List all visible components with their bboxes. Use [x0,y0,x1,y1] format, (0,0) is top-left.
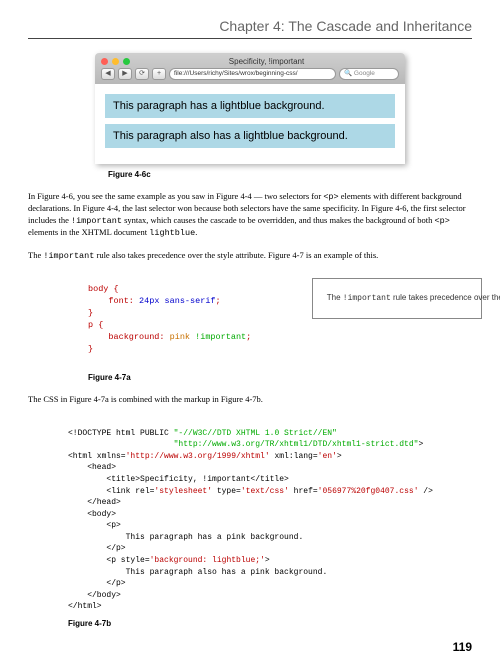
paragraph-1: This paragraph has a lightblue backgroun… [105,94,395,118]
page-number: 119 [28,640,472,654]
figure-label-4-7a: Figure 4-7a [88,373,472,382]
zoom-icon[interactable] [123,58,130,65]
back-button[interactable]: ◀ [101,68,115,80]
body-paragraph-2: The !important rule also takes precedenc… [28,250,472,262]
body-paragraph-1: In Figure 4-6, you see the same example … [28,191,472,240]
figure-label-4-7b: Figure 4-7b [68,619,472,628]
address-bar[interactable]: file:///Users/richy/Sites/wrox/beginning… [169,68,336,80]
browser-viewport: This paragraph has a lightblue backgroun… [95,84,405,164]
traffic-lights: Specificity, !important [101,57,399,66]
html-code-block: <!DOCTYPE html PUBLIC "-//W3C//DTD XHTML… [68,416,472,613]
forward-button[interactable]: ▶ [118,68,132,80]
css-code-block: body { font: 24px sans-serif; } p { back… [88,272,472,367]
body-paragraph-3: The CSS in Figure 4-7a is combined with … [28,394,472,405]
close-icon[interactable] [101,58,108,65]
minimize-icon[interactable] [112,58,119,65]
paragraph-2: This paragraph also has a lightblue back… [105,124,395,148]
chapter-title: Chapter 4: The Cascade and Inheritance [28,18,472,39]
browser-window: Specificity, !important ◀ ▶ ⟳ + file:///… [95,53,405,164]
window-title: Specificity, !important [134,57,399,66]
reload-button[interactable]: ⟳ [135,68,149,80]
browser-chrome: Specificity, !important ◀ ▶ ⟳ + file:///… [95,53,405,84]
annotation-box: The !important rule takes precedence ove… [312,278,482,318]
figure-label-4-6c: Figure 4-6c [108,170,472,179]
add-button[interactable]: + [152,68,166,80]
search-input[interactable]: 🔍 Google [339,68,399,80]
